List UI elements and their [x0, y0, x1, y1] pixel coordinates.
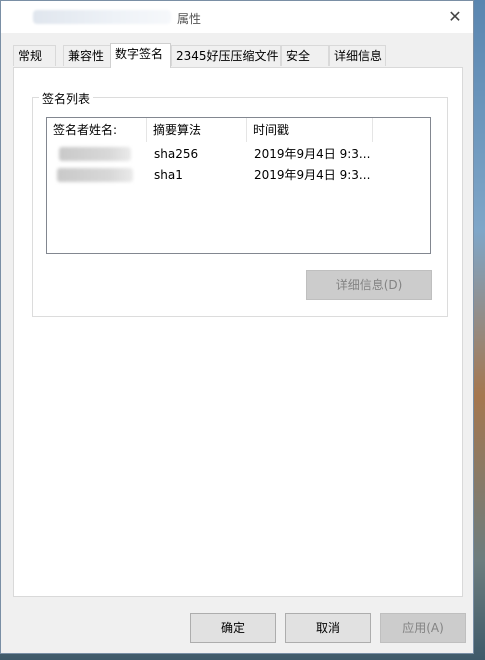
tab-2345-archive[interactable]: 2345好压压缩文件	[171, 45, 281, 66]
cancel-button[interactable]: 取消	[285, 613, 371, 643]
column-header-signer[interactable]: 签名者姓名:	[47, 118, 147, 142]
row-digest: sha256	[154, 147, 199, 161]
signature-list[interactable]: 签名者姓名: 摘要算法 时间戳 sha256 2019年9月4日 9:3... …	[46, 117, 431, 254]
tab-panel: 签名列表 签名者姓名: 摘要算法 时间戳 sha256 2019年9月4日 9:…	[13, 67, 463, 597]
tab-general[interactable]: 常规	[13, 45, 56, 66]
row-digest: sha1	[154, 168, 183, 182]
signature-list-group: 签名列表 签名者姓名: 摘要算法 时间戳 sha256 2019年9月4日 9:…	[32, 90, 448, 317]
details-button[interactable]: 详细信息(D)	[306, 270, 432, 300]
tab-details[interactable]: 详细信息	[329, 45, 386, 66]
tab-compatibility[interactable]: 兼容性	[63, 45, 111, 66]
list-header: 签名者姓名: 摘要算法 时间戳	[47, 118, 430, 142]
title-bar[interactable]: 属性 ✕	[1, 1, 473, 33]
blurred-file-name	[33, 10, 171, 24]
row-timestamp: 2019年9月4日 9:3...	[254, 147, 371, 161]
ok-button[interactable]: 确定	[190, 613, 276, 643]
column-header-timestamp[interactable]: 时间戳	[247, 118, 373, 142]
apply-button[interactable]: 应用(A)	[380, 613, 466, 643]
row-timestamp: 2019年9月4日 9:3...	[254, 168, 371, 182]
table-row[interactable]: sha256 2019年9月4日 9:3...	[47, 143, 430, 165]
tab-security[interactable]: 安全	[281, 45, 329, 66]
close-icon: ✕	[448, 7, 462, 26]
tab-digital-signatures[interactable]: 数字签名	[110, 43, 171, 68]
window-title: 属性	[177, 12, 202, 26]
column-header-digest[interactable]: 摘要算法	[147, 118, 247, 142]
blurred-signer-name	[59, 147, 131, 161]
blurred-signer-name	[57, 168, 133, 182]
close-button[interactable]: ✕	[445, 7, 465, 27]
table-row[interactable]: sha1 2019年9月4日 9:3...	[47, 164, 430, 186]
properties-dialog: 属性 ✕ 常规 兼容性 数字签名 2345好压压缩文件 安全 详细信息 签名列表…	[0, 0, 474, 654]
signature-list-legend: 签名列表	[39, 90, 94, 107]
